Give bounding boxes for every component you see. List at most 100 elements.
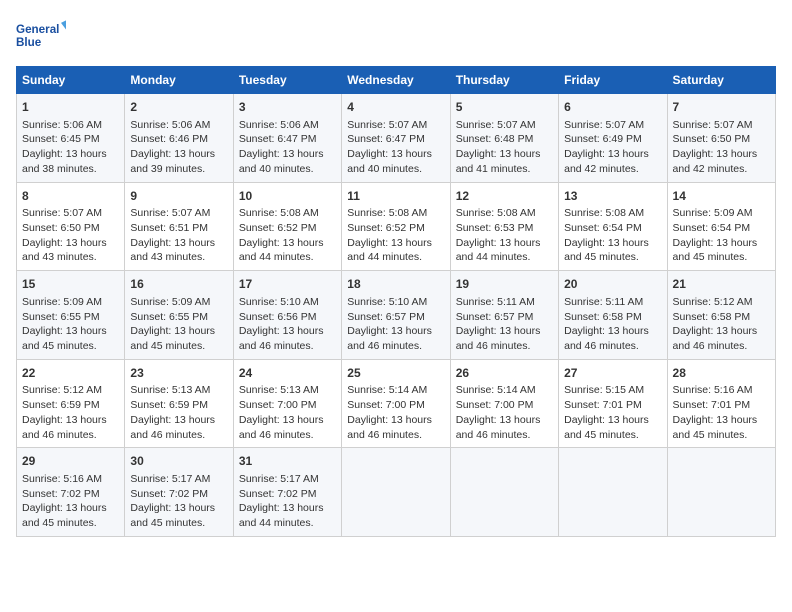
- day-number: 26: [456, 365, 553, 382]
- daylight-text: Daylight: 13 hours and 45 minutes.: [673, 237, 758, 264]
- daylight-text: Daylight: 13 hours and 45 minutes.: [564, 237, 649, 264]
- day-number: 3: [239, 99, 336, 116]
- sunrise-text: Sunrise: 5:13 AM: [239, 384, 319, 396]
- sunrise-text: Sunrise: 5:17 AM: [239, 473, 319, 485]
- sunrise-text: Sunrise: 5:08 AM: [456, 207, 536, 219]
- daylight-text: Daylight: 13 hours and 43 minutes.: [22, 237, 107, 264]
- day-number: 16: [130, 276, 227, 293]
- day-number: 4: [347, 99, 444, 116]
- sunset-text: Sunset: 6:58 PM: [564, 311, 642, 323]
- daylight-text: Daylight: 13 hours and 46 minutes.: [347, 325, 432, 352]
- day-header-saturday: Saturday: [667, 67, 775, 94]
- sunset-text: Sunset: 7:02 PM: [22, 488, 100, 500]
- sunrise-text: Sunrise: 5:09 AM: [130, 296, 210, 308]
- svg-text:Blue: Blue: [16, 36, 42, 49]
- day-number: 27: [564, 365, 661, 382]
- calendar-cell: [342, 448, 450, 537]
- sunset-text: Sunset: 6:59 PM: [22, 399, 100, 411]
- day-number: 28: [673, 365, 770, 382]
- page-container: General Blue SundayMondayTuesdayWednesda…: [16, 16, 776, 537]
- calendar-cell: 14Sunrise: 5:09 AMSunset: 6:54 PMDayligh…: [667, 182, 775, 271]
- calendar-header-row: SundayMondayTuesdayWednesdayThursdayFrid…: [17, 67, 776, 94]
- sunset-text: Sunset: 6:55 PM: [130, 311, 208, 323]
- sunrise-text: Sunrise: 5:09 AM: [673, 207, 753, 219]
- sunrise-text: Sunrise: 5:07 AM: [130, 207, 210, 219]
- sunset-text: Sunset: 6:46 PM: [130, 133, 208, 145]
- daylight-text: Daylight: 13 hours and 46 minutes.: [564, 325, 649, 352]
- daylight-text: Daylight: 13 hours and 44 minutes.: [239, 237, 324, 264]
- calendar-cell: 27Sunrise: 5:15 AMSunset: 7:01 PMDayligh…: [559, 359, 667, 448]
- calendar-cell: [559, 448, 667, 537]
- sunrise-text: Sunrise: 5:13 AM: [130, 384, 210, 396]
- sunrise-text: Sunrise: 5:09 AM: [22, 296, 102, 308]
- daylight-text: Daylight: 13 hours and 41 minutes.: [456, 148, 541, 175]
- sunrise-text: Sunrise: 5:12 AM: [673, 296, 753, 308]
- sunrise-text: Sunrise: 5:16 AM: [22, 473, 102, 485]
- sunset-text: Sunset: 7:00 PM: [347, 399, 425, 411]
- sunset-text: Sunset: 6:54 PM: [673, 222, 751, 234]
- calendar-week-row: 8 Sunrise: 5:07 AM Sunset: 6:50 PM Daylight…: [17, 182, 776, 271]
- day-number: 7: [673, 99, 770, 116]
- header: General Blue: [16, 16, 776, 58]
- calendar-cell: 19Sunrise: 5:11 AMSunset: 6:57 PMDayligh…: [450, 271, 558, 360]
- sunset-text: Sunset: 7:01 PM: [673, 399, 751, 411]
- calendar-cell: 10Sunrise: 5:08 AMSunset: 6:52 PMDayligh…: [233, 182, 341, 271]
- sunset-text: Sunset: 6:57 PM: [347, 311, 425, 323]
- sunset-text: Sunset: 7:02 PM: [130, 488, 208, 500]
- sunrise-text: Sunrise: 5:08 AM: [239, 207, 319, 219]
- day-header-monday: Monday: [125, 67, 233, 94]
- daylight-text: Daylight: 13 hours and 40 minutes.: [347, 148, 432, 175]
- day-number: 31: [239, 453, 336, 470]
- day-header-sunday: Sunday: [17, 67, 125, 94]
- calendar-cell: 31Sunrise: 5:17 AMSunset: 7:02 PMDayligh…: [233, 448, 341, 537]
- day-number: 5: [456, 99, 553, 116]
- sunset-text: Sunset: 7:00 PM: [239, 399, 317, 411]
- daylight-text: Daylight: 13 hours and 38 minutes.: [22, 148, 107, 175]
- calendar-week-row: 29Sunrise: 5:16 AMSunset: 7:02 PMDayligh…: [17, 448, 776, 537]
- day-header-tuesday: Tuesday: [233, 67, 341, 94]
- sunrise-text: Sunrise: 5:17 AM: [130, 473, 210, 485]
- sunset-text: Sunset: 6:52 PM: [239, 222, 317, 234]
- calendar-week-row: 15Sunrise: 5:09 AMSunset: 6:55 PMDayligh…: [17, 271, 776, 360]
- sunrise-text: Sunrise: 5:15 AM: [564, 384, 644, 396]
- sunset-text: Sunset: 7:01 PM: [564, 399, 642, 411]
- sunset-text: Sunset: 6:48 PM: [456, 133, 534, 145]
- sunset-text: Sunset: 6:54 PM: [564, 222, 642, 234]
- day-number: 11: [347, 188, 444, 205]
- calendar-cell: 26Sunrise: 5:14 AMSunset: 7:00 PMDayligh…: [450, 359, 558, 448]
- daylight-text: Daylight: 13 hours and 44 minutes.: [347, 237, 432, 264]
- calendar-cell: 23Sunrise: 5:13 AMSunset: 6:59 PMDayligh…: [125, 359, 233, 448]
- sunset-text: Sunset: 6:47 PM: [239, 133, 317, 145]
- calendar-cell: 5Sunrise: 5:07 AMSunset: 6:48 PMDaylight…: [450, 94, 558, 183]
- day-number: 20: [564, 276, 661, 293]
- daylight-text: Daylight: 13 hours and 46 minutes.: [239, 414, 324, 441]
- day-number: 12: [456, 188, 553, 205]
- sunrise-text: Sunrise: 5:07 AM: [564, 119, 644, 131]
- day-header-wednesday: Wednesday: [342, 67, 450, 94]
- day-number: 24: [239, 365, 336, 382]
- day-number: 8: [22, 188, 119, 205]
- day-number: 2: [130, 99, 227, 116]
- sunrise-text: Sunrise: 5:07 AM: [22, 207, 102, 219]
- daylight-text: Daylight: 13 hours and 45 minutes.: [130, 502, 215, 529]
- sunset-text: Sunset: 6:50 PM: [22, 222, 100, 234]
- calendar-cell: [667, 448, 775, 537]
- calendar-cell: 21Sunrise: 5:12 AMSunset: 6:58 PMDayligh…: [667, 271, 775, 360]
- daylight-text: Daylight: 13 hours and 46 minutes.: [456, 325, 541, 352]
- daylight-text: Daylight: 13 hours and 44 minutes.: [239, 502, 324, 529]
- sunrise-text: Sunrise: 5:07 AM: [673, 119, 753, 131]
- sunset-text: Sunset: 6:53 PM: [456, 222, 534, 234]
- sunrise-text: Sunrise: 5:16 AM: [673, 384, 753, 396]
- daylight-text: Daylight: 13 hours and 42 minutes.: [564, 148, 649, 175]
- day-number: 30: [130, 453, 227, 470]
- logo-svg: General Blue: [16, 16, 66, 58]
- sunset-text: Sunset: 6:59 PM: [130, 399, 208, 411]
- sunset-text: Sunset: 6:58 PM: [673, 311, 751, 323]
- day-number: 18: [347, 276, 444, 293]
- daylight-text: Daylight: 13 hours and 46 minutes.: [239, 325, 324, 352]
- sunrise-text: Sunrise: 5:06 AM: [130, 119, 210, 131]
- sunset-text: Sunset: 6:57 PM: [456, 311, 534, 323]
- daylight-text: Daylight: 13 hours and 45 minutes.: [130, 325, 215, 352]
- daylight-text: Daylight: 13 hours and 46 minutes.: [130, 414, 215, 441]
- sunset-text: Sunset: 6:55 PM: [22, 311, 100, 323]
